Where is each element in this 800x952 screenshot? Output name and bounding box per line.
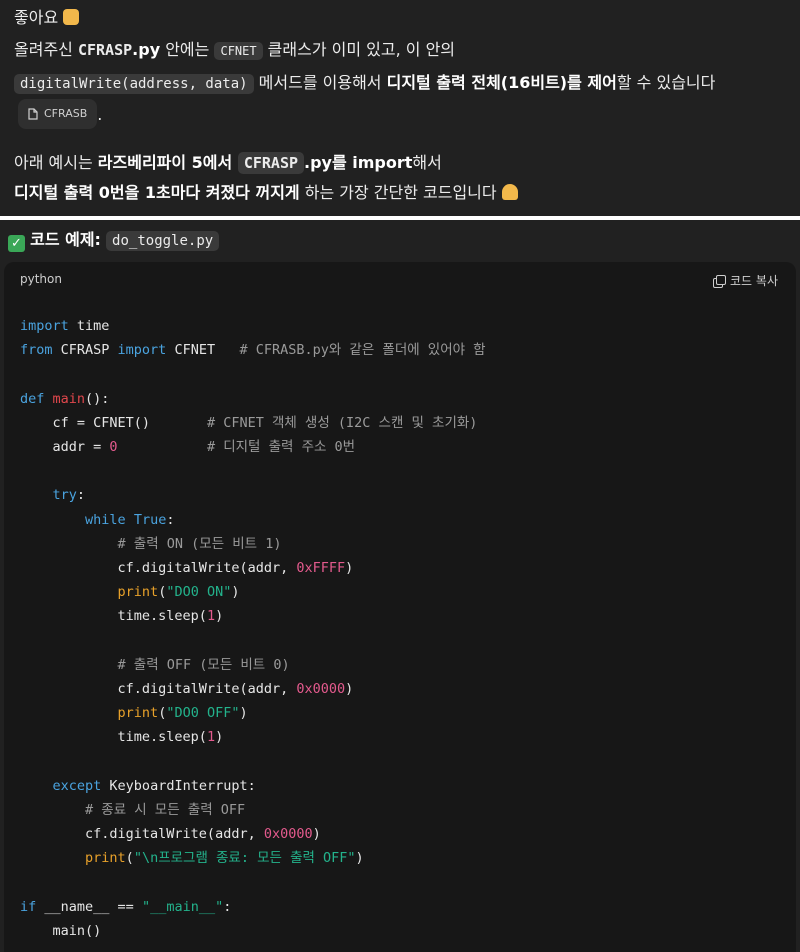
code-line: main(): [20, 922, 102, 939]
filename-ext: .py: [132, 40, 161, 59]
inline-code-cfrasp: CFRASP: [237, 152, 305, 174]
bold-text: 디지털 출력 전체(16비트)를 제어: [386, 73, 617, 92]
text-segment: 올려주신: [14, 40, 78, 59]
code-line: try:: [52, 487, 86, 504]
code-line: cf = CFNET() # CFNET 객체 생성 (I2C 스캔 및 초기화…: [20, 414, 478, 431]
check-mark-icon: ✓: [8, 235, 25, 252]
code-line: addr = 0 # 디지털 출력 주소 0번: [20, 438, 356, 455]
section-label: 코드 예제:: [30, 230, 101, 249]
code-line: print("\n프로그램 종료: 모든 출력 OFF"): [85, 850, 364, 867]
message-greeting: 좋아요: [14, 8, 59, 27]
message-line-3: digitalWrite(address, data) 메서드를 이용해서 디지…: [14, 72, 715, 95]
code-line: print("DO0 ON"): [117, 584, 240, 601]
code-line: # 종료 시 모든 출력 OFF: [85, 801, 246, 818]
bold-text: 디지털 출력 0번을 1초마다 켜졌다 꺼지게: [14, 183, 300, 202]
code-line: from CFRASP import CFNET # CFRASB.py와 같은…: [20, 342, 486, 359]
message-line-5: 디지털 출력 0번을 1초마다 켜졌다 꺼지게 하는 가장 간단한 코드입니다: [14, 182, 518, 204]
message-line-2: 올려주신 CFRASP.py 안에는 CFNET 클래스가 이미 있고, 이 안…: [14, 39, 455, 62]
text-segment: 하는 가장 간단한 코드입니다: [299, 183, 497, 202]
inline-code-method: digitalWrite(address, data): [14, 74, 254, 94]
code-line: cf.digitalWrite(addr, 0x0000): [20, 825, 321, 842]
code-line: # 출력 ON (모든 비트 1): [117, 535, 282, 552]
text-segment: 할 수 있습니다: [616, 73, 716, 92]
file-chip[interactable]: CFRASB: [18, 99, 98, 129]
section-heading: ✓ 코드 예제: do_toggle.py: [8, 228, 220, 253]
thumbs-up-icon: [63, 9, 80, 25]
code-line: def main():: [20, 390, 110, 407]
code-line: cf.digitalWrite(addr, 0xFFFF): [20, 559, 354, 576]
message-line-file: CFRASB .: [18, 99, 102, 129]
filename-bold: CFRASP: [77, 41, 133, 59]
divider: [0, 216, 800, 220]
code-language: python: [20, 272, 62, 286]
message-line-1: 좋아요: [14, 7, 80, 29]
code-line: cf.digitalWrite(addr, 0x0000): [20, 680, 354, 697]
copy-code-button[interactable]: 코드 복사: [713, 272, 778, 289]
code-line: time.sleep(1): [20, 729, 224, 746]
copy-label: 코드 복사: [730, 274, 778, 288]
code-line: import time: [20, 318, 110, 334]
code-line: except KeyboardInterrupt:: [52, 777, 256, 794]
code-block: python 코드 복사 import time from CFRASP impo…: [4, 262, 796, 952]
bold-text: .py를 import: [304, 153, 413, 172]
text-segment: 메서드를 이용해서: [253, 73, 387, 92]
code-content[interactable]: import time from CFRASP import CFNET # CF…: [20, 314, 486, 943]
text-segment: 안에는: [160, 40, 215, 59]
copy-icon: [713, 274, 727, 288]
bold-text: 라즈베리파이 5에서: [97, 153, 238, 172]
message-line-4: 아래 예시는 라즈베리파이 5에서 CFRASP .py를 import해서: [14, 152, 442, 174]
text-segment: 해서: [412, 153, 442, 172]
text-segment: 아래 예시는: [14, 153, 98, 172]
text-segment: 클래스가 이미 있고, 이 안의: [262, 40, 456, 59]
pointing-down-icon: [501, 184, 518, 200]
code-line: if __name__ == "__main__":: [20, 898, 232, 915]
file-chip-label: CFRASB: [44, 107, 88, 120]
code-line: # 출력 OFF (모든 비트 0): [117, 656, 290, 673]
file-icon: [28, 108, 38, 120]
code-line: time.sleep(1): [20, 608, 224, 625]
section-filename: do_toggle.py: [106, 231, 220, 251]
chat-message: 좋아요 올려주신 CFRASP.py 안에는 CFNET 클래스가 이미 있고,…: [0, 0, 800, 216]
code-line: while True:: [85, 511, 175, 528]
inline-code-cfnet: CFNET: [214, 42, 263, 60]
code-line: print("DO0 OFF"): [117, 705, 248, 721]
